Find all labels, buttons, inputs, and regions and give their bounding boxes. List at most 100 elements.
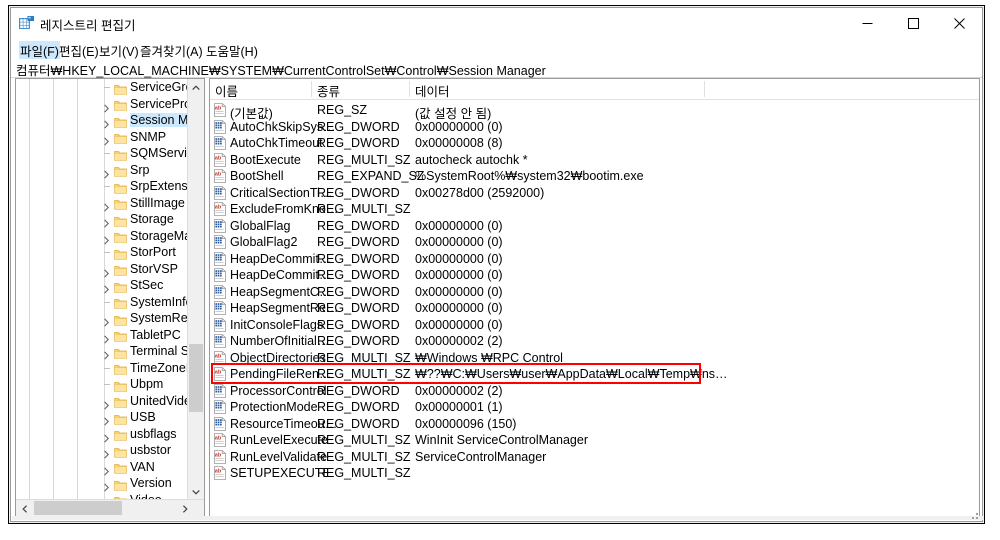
tree-node-19[interactable]: UnitedVideo	[16, 393, 188, 410]
chevron-right-icon[interactable]	[102, 430, 111, 442]
table-row[interactable]: NumberOfInitial… REG_DWORD 0x00000002 (2)	[210, 333, 979, 350]
chevron-right-icon[interactable]	[102, 331, 111, 343]
tree-horizontal-scrollbar[interactable]	[16, 499, 204, 517]
scroll-down-arrow[interactable]	[188, 483, 204, 500]
table-row[interactable]: ProtectionMode REG_DWORD 0x00000001 (1)	[210, 399, 979, 416]
table-row[interactable]: ab RunLevelExecute REG_MULTI_SZ WinInit Ser…	[210, 432, 979, 449]
maximize-button[interactable]	[890, 8, 936, 38]
tree-node-24[interactable]: Version	[16, 475, 188, 492]
column-header-2[interactable]: 데이터	[415, 81, 450, 100]
table-row[interactable]: ab SETUPEXECUTE REG_MULTI_SZ	[210, 465, 979, 482]
scroll-right-arrow[interactable]	[176, 500, 193, 517]
table-row[interactable]: HeapSegmentRe… REG_DWORD 0x00000000 (0)	[210, 300, 979, 317]
column-divider[interactable]	[311, 81, 312, 97]
table-row[interactable]: ab ExcludeFromKno… REG_MULTI_SZ	[210, 201, 979, 218]
column-header-1[interactable]: 종류	[317, 81, 340, 100]
table-row[interactable]: HeapSegmentC… REG_DWORD 0x00000000 (0)	[210, 284, 979, 301]
chevron-right-icon[interactable]	[102, 413, 111, 426]
table-row[interactable]: AutoChkSkipSys… REG_DWORD 0x00000000 (0)	[210, 119, 979, 136]
menu-item-3[interactable]: 즐겨찾기(A)	[139, 41, 204, 60]
table-row[interactable]: ResourceTimeou… REG_DWORD 0x00000096 (150)	[210, 416, 979, 433]
title-bar[interactable]: 레지스트리 편집기	[11, 8, 982, 38]
tree-node-label: Storage	[130, 212, 174, 226]
tree-node-12[interactable]: StSec	[16, 277, 188, 294]
minimize-button[interactable]	[844, 8, 890, 38]
tree-node-7[interactable]: StillImage	[16, 195, 188, 212]
table-row[interactable]: HeapDeCommit… REG_DWORD 0x00000000 (0)	[210, 251, 979, 268]
cell-type: REG_DWORD	[317, 119, 400, 134]
folder-icon	[114, 379, 127, 392]
tree-node-16[interactable]: Terminal Serve	[16, 343, 188, 360]
tree-node-18[interactable]: Ubpm	[16, 376, 188, 393]
tree-node-4[interactable]: SQMServiceLis	[16, 145, 188, 162]
close-button[interactable]	[936, 8, 982, 38]
chevron-right-icon[interactable]	[102, 281, 111, 294]
tree-branch-tick	[104, 153, 110, 154]
chevron-right-icon[interactable]	[102, 446, 111, 459]
table-row[interactable]: GlobalFlag REG_DWORD 0x00000000 (0)	[210, 218, 979, 235]
tree-node-11[interactable]: StorVSP	[16, 261, 188, 278]
folder-icon	[114, 148, 127, 161]
table-row[interactable]: InitConsoleFlags REG_DWORD 0x00000000 (0)	[210, 317, 979, 334]
tree-node-15[interactable]: TabletPC	[16, 327, 188, 344]
table-row[interactable]: AutoChkTimeout REG_DWORD 0x00000008 (8)	[210, 135, 979, 152]
tree-node-21[interactable]: usbflags	[16, 426, 188, 443]
column-divider[interactable]	[704, 81, 705, 97]
chevron-right-icon[interactable]	[102, 199, 111, 211]
chevron-right-icon[interactable]	[102, 100, 111, 112]
registry-tree-pane[interactable]: ServiceGroupO ServiceProvide Session Manag…	[15, 78, 205, 518]
tree-node-22[interactable]: usbstor	[16, 442, 188, 459]
chevron-right-icon[interactable]	[102, 232, 111, 244]
chevron-right-icon[interactable]	[102, 116, 111, 129]
menu-item-2[interactable]: 보기(V)	[98, 41, 140, 60]
tree-node-9[interactable]: StorageManag	[16, 228, 188, 245]
chevron-right-icon[interactable]	[102, 347, 111, 360]
chevron-right-icon[interactable]	[102, 133, 111, 145]
folder-icon	[114, 296, 127, 309]
table-row[interactable]: ab RunLevelValidate REG_MULTI_SZ ServiceCon…	[210, 449, 979, 466]
menu-item-0[interactable]: 파일(F)	[19, 41, 60, 60]
tree-node-13[interactable]: SystemInforma	[16, 294, 188, 311]
tree-node-10[interactable]: StorPort	[16, 244, 188, 261]
table-row[interactable]: CriticalSectionTi… REG_DWORD 0x00278d00 (2…	[210, 185, 979, 202]
address-bar[interactable]: 컴퓨터₩HKEY_LOCAL_MACHINE₩SYSTEM₩CurrentCon…	[11, 59, 982, 78]
table-row[interactable]: ab PendingFileRen… REG_MULTI_SZ ₩??₩C:₩User…	[210, 366, 979, 383]
menu-item-4[interactable]: 도움말(H)	[205, 41, 259, 60]
chevron-right-icon[interactable]	[102, 314, 111, 327]
chevron-right-icon[interactable]	[102, 215, 111, 228]
scroll-up-arrow[interactable]	[188, 79, 204, 96]
tree-node-8[interactable]: Storage	[16, 211, 188, 228]
table-row[interactable]: ab BootExecute REG_MULTI_SZ autocheck autoc…	[210, 152, 979, 169]
tree-node-3[interactable]: SNMP	[16, 129, 188, 146]
tree-vertical-scrollbar[interactable]	[187, 79, 204, 500]
cell-name: AutoChkTimeout	[230, 136, 323, 150]
tree-node-23[interactable]: VAN	[16, 459, 188, 476]
chevron-right-icon[interactable]	[102, 463, 111, 475]
table-row[interactable]: HeapDeCommit… REG_DWORD 0x00000000 (0)	[210, 267, 979, 284]
tree-node-2[interactable]: Session Manag	[16, 112, 188, 129]
tree-node-14[interactable]: SystemResourc	[16, 310, 188, 327]
tree-node-0[interactable]: ServiceGroupO	[16, 79, 188, 96]
chevron-right-icon[interactable]	[102, 265, 111, 277]
tree-node-20[interactable]: USB	[16, 409, 188, 426]
tree-node-17[interactable]: TimeZoneInfor	[16, 360, 188, 377]
chevron-right-icon[interactable]	[102, 479, 111, 492]
table-row[interactable]: ProcessorControl REG_DWORD 0x00000002 (2)	[210, 383, 979, 400]
chevron-right-icon[interactable]	[102, 166, 111, 178]
tree-scrollbar-thumb[interactable]	[189, 344, 203, 412]
table-row[interactable]: ab (기본값) REG_SZ (값 설정 안 됨)	[210, 102, 979, 121]
table-row[interactable]: ab ObjectDirectories REG_MULTI_SZ ₩Windows …	[210, 350, 979, 367]
table-row[interactable]: ab BootShell REG_EXPAND_SZ %SystemRoot%₩sys…	[210, 168, 979, 185]
table-row[interactable]: GlobalFlag2 REG_DWORD 0x00000000 (0)	[210, 234, 979, 251]
tree-node-5[interactable]: Srp	[16, 162, 188, 179]
column-header-0[interactable]: 이름	[215, 81, 238, 100]
resize-grip[interactable]	[966, 508, 980, 520]
chevron-right-icon[interactable]	[102, 397, 111, 409]
tree-node-6[interactable]: SrpExtensionC	[16, 178, 188, 195]
tree-node-1[interactable]: ServiceProvide	[16, 96, 188, 113]
column-divider[interactable]	[409, 81, 410, 97]
registry-values-pane[interactable]: 이름 종류 데이터 ab (기본값) REG_SZ (값 설정 안 됨) AutoChkSk…	[209, 78, 980, 518]
menu-item-1[interactable]: 편집(E)	[58, 41, 100, 60]
scroll-left-arrow[interactable]	[16, 500, 33, 517]
tree-hscrollbar-thumb[interactable]	[34, 501, 122, 515]
